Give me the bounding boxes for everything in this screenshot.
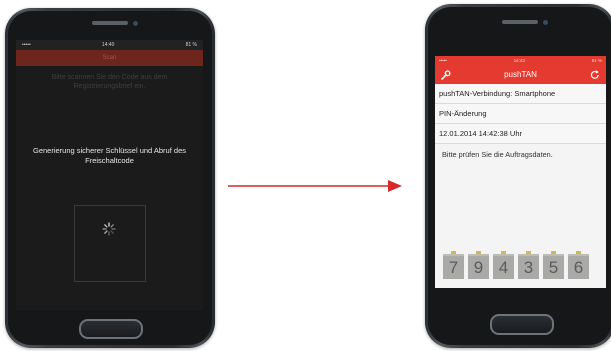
- wrench-icon[interactable]: [441, 69, 451, 80]
- pushtan-screen: ••••• 14:43 81 % pushTAN pushTAN-Verbind…: [435, 56, 606, 288]
- app-header: pushTAN: [435, 65, 606, 84]
- scan-frame: [74, 205, 146, 282]
- refresh-icon[interactable]: [590, 69, 600, 80]
- status-bar: ••••• 14:40 81 %: [16, 40, 203, 50]
- tan-digit: 7: [443, 251, 464, 279]
- status-time: 14:40: [101, 42, 115, 48]
- tan-digit: 4: [493, 251, 514, 279]
- tan-digit: 6: [568, 251, 589, 279]
- camera: [543, 20, 548, 25]
- phone-right: ••••• 14:43 81 % pushTAN pushTAN-Verbind…: [425, 4, 611, 348]
- timestamp-row: 12.01.2014 14:42:38 Uhr: [435, 124, 606, 144]
- screen-header: Scan: [16, 50, 203, 66]
- verification-message: Bitte prüfen Sie die Auftragsdaten.: [442, 150, 553, 159]
- status-bar: ••••• 14:43 81 %: [435, 56, 606, 65]
- home-button[interactable]: [79, 319, 143, 339]
- tan-digit: 5: [543, 251, 564, 279]
- connection-row: pushTAN-Verbindung: Smartphone: [435, 84, 606, 104]
- status-battery: 81 %: [185, 42, 197, 48]
- phone-left: ••••• 14:40 81 % Scan Bitte scannen Sie …: [5, 8, 215, 348]
- arrow-right-icon: [228, 180, 402, 192]
- tan-code: 7 9 4 3 5 6: [443, 251, 589, 279]
- status-carrier: •••••: [22, 42, 31, 48]
- app-title: pushTAN: [504, 70, 537, 79]
- scan-screen: ••••• 14:40 81 % Scan Bitte scannen Sie …: [16, 40, 203, 310]
- tan-digit: 9: [468, 251, 489, 279]
- loading-spinner-icon: [102, 222, 116, 236]
- header-title: Scan: [102, 55, 117, 61]
- camera: [133, 21, 138, 26]
- earpiece: [92, 21, 128, 25]
- transaction-type-row: PIN-Änderung: [435, 104, 606, 124]
- earpiece: [502, 20, 538, 24]
- status-time: 14:43: [513, 58, 525, 63]
- progress-message: Generierung sicherer Schlüssel und Abruf…: [32, 146, 186, 165]
- tan-digit: 3: [518, 251, 539, 279]
- scan-instruction: Bitte scannen Sie den Code aus dem Regis…: [51, 74, 168, 90]
- home-button[interactable]: [490, 314, 554, 335]
- status-battery: 81 %: [591, 58, 602, 63]
- status-carrier: •••••: [439, 58, 447, 63]
